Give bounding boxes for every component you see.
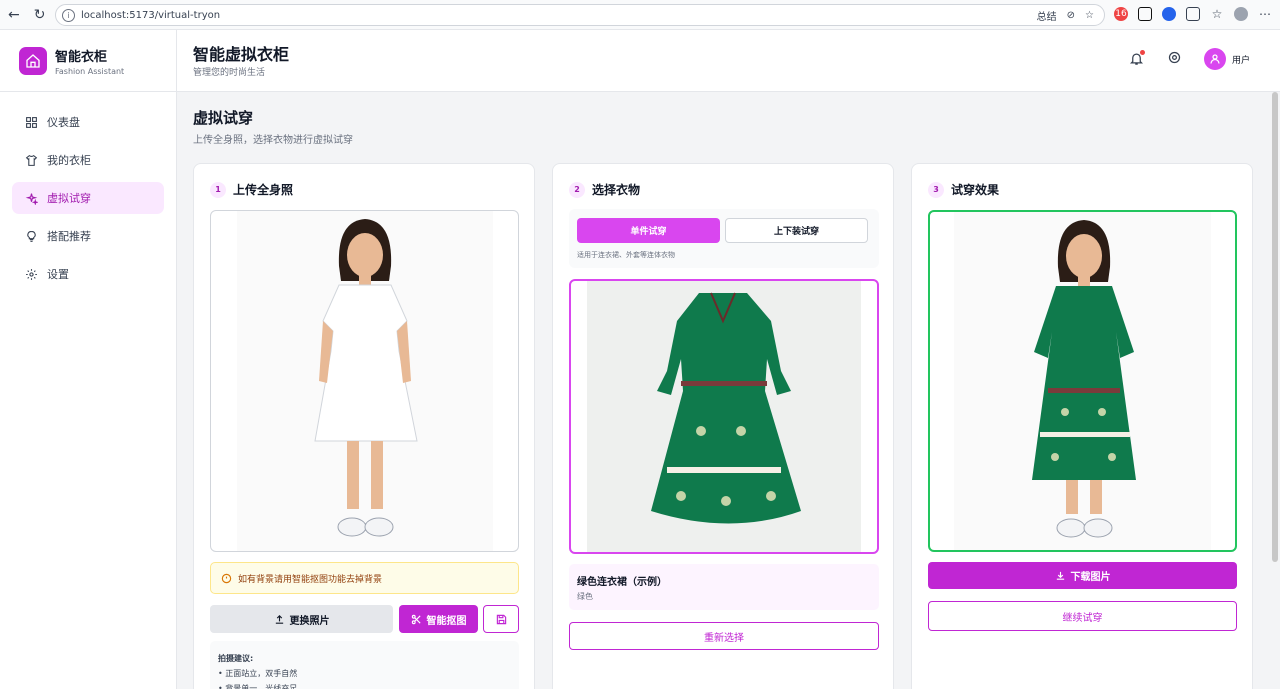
gear-icon (1168, 51, 1181, 63)
sidebar-item-settings[interactable]: 设置 (12, 258, 164, 290)
dashboard-icon (24, 115, 38, 129)
brand-subtitle: Fashion Assistant (55, 66, 125, 76)
tryon-result-image (928, 210, 1237, 552)
top-header: 智能虚拟衣柜 管理您的时尚生活 用户 (177, 30, 1280, 92)
upload-icon (275, 614, 283, 624)
extension-red-icon[interactable]: 16 (1114, 7, 1128, 21)
sidebar-item-label: 搭配推荐 (47, 230, 91, 243)
page-scrollbar[interactable] (1270, 92, 1280, 689)
step-number: 2 (569, 181, 585, 198)
tab-single-item[interactable]: 单件试穿 (577, 218, 720, 243)
tip-item: • 正面站立，双手自然 (218, 669, 298, 678)
item-name: 绿色连衣裙（示例） (577, 577, 667, 588)
save-button[interactable] (483, 605, 519, 633)
sparkle-icon (24, 191, 38, 205)
url-text: localhost:5173/virtual-tryon (81, 9, 221, 21)
sidebar-item-dashboard[interactable]: 仪表盘 (12, 106, 164, 138)
selected-item-info: 绿色连衣裙（示例） 绿色 (569, 564, 879, 610)
sidebar-item-label: 虚拟试穿 (47, 192, 91, 205)
scissors-icon (411, 614, 421, 624)
green-dress-image (651, 292, 801, 524)
notification-button[interactable] (1129, 50, 1145, 67)
browser-toolbar: ← ↻ i localhost:5173/virtual-tryon 总结 ⊘ … (0, 0, 1280, 30)
step-number: 3 (928, 181, 944, 198)
selected-clothing-image[interactable] (569, 279, 879, 554)
translate-icon[interactable]: ⊘ (1067, 10, 1075, 21)
card-title: 试穿效果 (951, 183, 1000, 197)
sidebar-item-label: 仪表盘 (47, 116, 80, 129)
card-title: 上传全身照 (233, 183, 294, 197)
user-label: 用户 (1231, 55, 1250, 66)
home-icon (19, 46, 47, 75)
tip-item: • 背景单一，光线充足 (218, 684, 298, 689)
girl-white-dress-image (314, 219, 418, 537)
sidebar-menu: 仪表盘 我的衣柜 虚拟试穿 搭配推荐 设置 (0, 92, 176, 310)
sidebar-item-label: 设置 (47, 268, 69, 281)
tips-title: 拍摄建议: (218, 654, 254, 663)
reselect-button[interactable]: 重新选择 (569, 622, 879, 650)
card-title: 选择衣物 (592, 183, 641, 197)
page-subtitle: 上传全身照，选择衣物进行虚拟试穿 (193, 135, 353, 146)
extension-blue-icon[interactable] (1162, 7, 1176, 21)
settings-button[interactable] (1167, 50, 1182, 69)
mode-hint: 适用于连衣裙、外套等连体衣物 (577, 251, 675, 259)
smart-cutout-button[interactable]: 智能抠图 (399, 605, 478, 633)
download-icon (1056, 571, 1064, 580)
replace-photo-button[interactable]: 更换照片 (210, 605, 393, 633)
brand[interactable]: 智能衣柜 Fashion Assistant (0, 30, 176, 92)
tab-top-bottom[interactable]: 上下装试穿 (725, 218, 868, 243)
main-content: 虚拟试穿 上传全身照，选择衣物进行虚拟试穿 1 上传全身照 如有背景请用智能抠图… (177, 92, 1270, 689)
tryon-mode-tabs: 单件试穿 上下装试穿 适用于连衣裙、外套等连体衣物 (569, 209, 879, 268)
step-number: 1 (210, 181, 226, 198)
scrollbar-thumb[interactable] (1272, 92, 1278, 562)
app-title: 智能虚拟衣柜 (193, 45, 290, 64)
back-icon[interactable]: ← (8, 7, 20, 23)
brand-title: 智能衣柜 (55, 49, 108, 65)
user-icon (1210, 54, 1220, 64)
site-info-icon[interactable]: i (62, 8, 75, 22)
user-menu[interactable]: 用户 (1203, 48, 1250, 70)
photo-tips: 拍摄建议: • 正面站立，双手自然 • 背景单一，光线充足 (210, 641, 519, 689)
gear-icon (24, 267, 38, 281)
item-color: 绿色 (577, 592, 593, 601)
shirt-icon (24, 153, 38, 167)
favorites-icon[interactable]: ☆ (1210, 7, 1224, 21)
reload-icon[interactable]: ↻ (34, 7, 46, 23)
upload-card: 1 上传全身照 如有背景请用智能抠图功能去掉背景 更换照片 智能抠图 拍摄建议:… (193, 163, 535, 689)
profile-icon[interactable] (1234, 7, 1248, 21)
save-icon (496, 614, 506, 624)
notice-text: 如有背景请用智能抠图功能去掉背景 (238, 574, 383, 585)
lightbulb-icon (24, 229, 38, 243)
info-icon (221, 573, 232, 583)
extensions-icon[interactable] (1186, 7, 1200, 21)
tryon-result-card: 3 试穿效果 下载图片 继续试穿 (911, 163, 1253, 689)
sidebar-item-label: 我的衣柜 (47, 154, 91, 167)
address-bar[interactable]: i localhost:5173/virtual-tryon 总结 ⊘ ☆ (55, 4, 1105, 26)
extension-grid-icon[interactable] (1138, 7, 1152, 21)
continue-tryon-button[interactable]: 继续试穿 (928, 601, 1237, 631)
favorite-icon[interactable]: ☆ (1085, 10, 1094, 21)
sidebar-item-virtual-tryon[interactable]: 虚拟试穿 (12, 182, 164, 214)
page-title: 虚拟试穿 (193, 109, 254, 127)
extensions-bar: 16 ☆ ⋯ (1114, 7, 1272, 21)
sidebar-item-wardrobe[interactable]: 我的衣柜 (12, 144, 164, 176)
app-subtitle: 管理您的时尚生活 (193, 68, 266, 78)
notification-dot (1139, 50, 1145, 55)
sidebar-item-recommend[interactable]: 搭配推荐 (12, 220, 164, 252)
summary-button[interactable]: 总结 (1037, 8, 1057, 23)
girl-green-dress-image (1032, 220, 1136, 538)
download-image-button[interactable]: 下载图片 (928, 562, 1237, 589)
select-clothing-card: 2 选择衣物 单件试穿 上下装试穿 适用于连衣裙、外套等连体衣物 绿色连衣裙（示… (552, 163, 894, 689)
body-photo[interactable] (210, 210, 519, 552)
background-notice: 如有背景请用智能抠图功能去掉背景 (210, 562, 519, 594)
more-icon[interactable]: ⋯ (1258, 7, 1272, 21)
sidebar: 智能衣柜 Fashion Assistant 仪表盘 我的衣柜 虚拟试穿 搭配推… (0, 30, 177, 689)
avatar (1203, 48, 1226, 70)
